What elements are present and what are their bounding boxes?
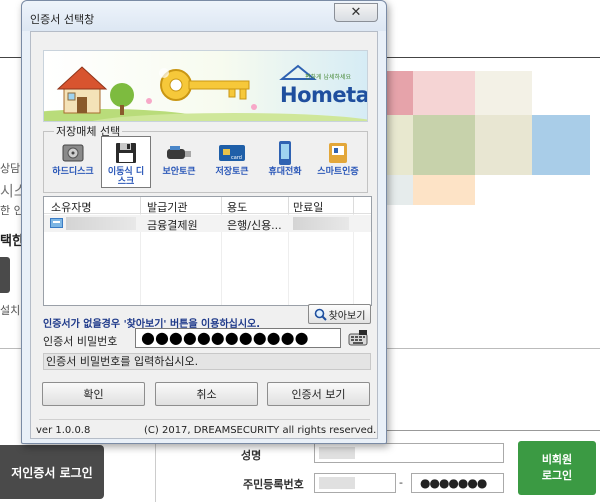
certificate-icon bbox=[50, 218, 63, 228]
rrn-separator: - bbox=[399, 476, 403, 489]
rrn-label: 주민등록번호 bbox=[243, 478, 304, 491]
name-input[interactable] bbox=[314, 443, 504, 463]
guest-login-line2: 로그인 bbox=[541, 469, 573, 482]
guest-login-button[interactable]: 비회원 로그인 bbox=[518, 441, 596, 495]
media-hard-disk[interactable]: 하드디스크 bbox=[48, 136, 98, 188]
certificate-selection-dialog: 인증서 선택창 ✕ 편하게 납세하세요 Hometa 저장매체 선택 하드디스크… bbox=[21, 0, 387, 444]
status-message: 인증서 비밀번호를 입력하십시오. bbox=[43, 353, 371, 370]
media-mobile-phone[interactable]: 휴대전화 bbox=[260, 136, 310, 188]
password-input[interactable]: ●●●●●●●●●●●● bbox=[135, 328, 341, 348]
mobile-phone-icon bbox=[270, 139, 300, 167]
name-label: 성명 bbox=[241, 449, 262, 462]
media-label-security-token: 보안토큰 bbox=[162, 167, 196, 177]
guest-login-line1: 비회원 bbox=[541, 453, 573, 466]
table-row[interactable]: 금융결제원 은행/신용... bbox=[44, 215, 371, 232]
certificate-table[interactable]: 소유자명 발급기관 용도 만료일 금융결제원 은행/신용... bbox=[43, 196, 372, 306]
cancel-button[interactable]: 취소 bbox=[155, 382, 258, 406]
media-smart-auth[interactable]: 스마트인증 bbox=[313, 136, 363, 188]
smart-card-icon: card bbox=[217, 139, 247, 167]
rrn-back-input[interactable]: ●●●●●●● bbox=[411, 473, 504, 493]
storage-media-group: 저장매체 선택 하드디스크 이동식 디스크 보안토큰 card 저장토큰 휴대전… bbox=[43, 123, 368, 193]
svg-text:card: card bbox=[231, 155, 242, 161]
expiry-redacted bbox=[293, 217, 349, 230]
close-icon: ✕ bbox=[350, 5, 362, 20]
media-label-removable-disk: 이동식 디스크 bbox=[107, 167, 145, 187]
close-button[interactable]: ✕ bbox=[334, 3, 378, 22]
hard-disk-icon bbox=[58, 139, 88, 167]
media-removable-disk[interactable]: 이동식 디스크 bbox=[101, 136, 151, 188]
view-certificate-button[interactable]: 인증서 보기 bbox=[267, 382, 370, 406]
background-text-5: 설치 bbox=[0, 304, 21, 317]
virtual-keyboard-icon[interactable] bbox=[347, 329, 369, 349]
magnifier-icon bbox=[314, 308, 327, 321]
media-label-smart-auth: 스마트인증 bbox=[317, 167, 359, 177]
media-label-mobile-phone: 휴대전화 bbox=[268, 167, 302, 177]
floppy-disk-icon bbox=[111, 139, 141, 167]
column-purpose[interactable]: 용도 bbox=[227, 199, 247, 215]
dialog-title: 인증서 선택창 bbox=[30, 13, 95, 26]
hometax-banner: 편하게 납세하세요 Hometax. bbox=[43, 50, 368, 122]
rrn-front-input[interactable] bbox=[314, 473, 396, 493]
media-security-token[interactable]: 보안토큰 bbox=[154, 136, 204, 188]
hometax-tagline: 편하게 납세하세요 bbox=[305, 74, 352, 81]
hometax-logo: Hometax. bbox=[280, 83, 368, 107]
media-label-hard-disk: 하드디스크 bbox=[52, 167, 94, 177]
dialog-body: 편하게 납세하세요 Hometax. 저장매체 선택 하드디스크 이동식 디스크 bbox=[30, 31, 378, 439]
copyright-text: (C) 2017, DREAMSECURITY all rights reser… bbox=[144, 425, 377, 436]
column-expiry[interactable]: 만료일 bbox=[293, 199, 323, 215]
owner-name-redacted bbox=[66, 217, 136, 230]
find-button[interactable]: 찾아보기 bbox=[308, 304, 371, 324]
media-smart-card[interactable]: card 저장토큰 bbox=[207, 136, 257, 188]
cell-purpose: 은행/신용... bbox=[227, 219, 282, 232]
dialog-titlebar[interactable]: 인증서 선택창 ✕ bbox=[22, 1, 386, 31]
column-issuer[interactable]: 발급기관 bbox=[147, 199, 187, 215]
cell-issuer: 금융결제원 bbox=[147, 219, 198, 232]
version-text: ver 1.0.0.8 bbox=[36, 425, 91, 436]
media-label-smart-card: 저장토큰 bbox=[215, 167, 249, 177]
password-label: 인증서 비밀번호 bbox=[43, 335, 118, 348]
smart-auth-icon bbox=[323, 139, 353, 167]
footer-divider bbox=[39, 419, 370, 420]
column-owner[interactable]: 소유자명 bbox=[51, 199, 91, 215]
certificate-login-button[interactable]: 저인증서 로그인 bbox=[0, 445, 104, 499]
background-dark-button[interactable] bbox=[0, 257, 10, 293]
find-button-label: 찾아보기 bbox=[328, 310, 366, 322]
table-header: 소유자명 발급기관 용도 만료일 bbox=[44, 197, 371, 214]
security-token-icon bbox=[164, 139, 194, 167]
ok-button[interactable]: 확인 bbox=[42, 382, 145, 406]
